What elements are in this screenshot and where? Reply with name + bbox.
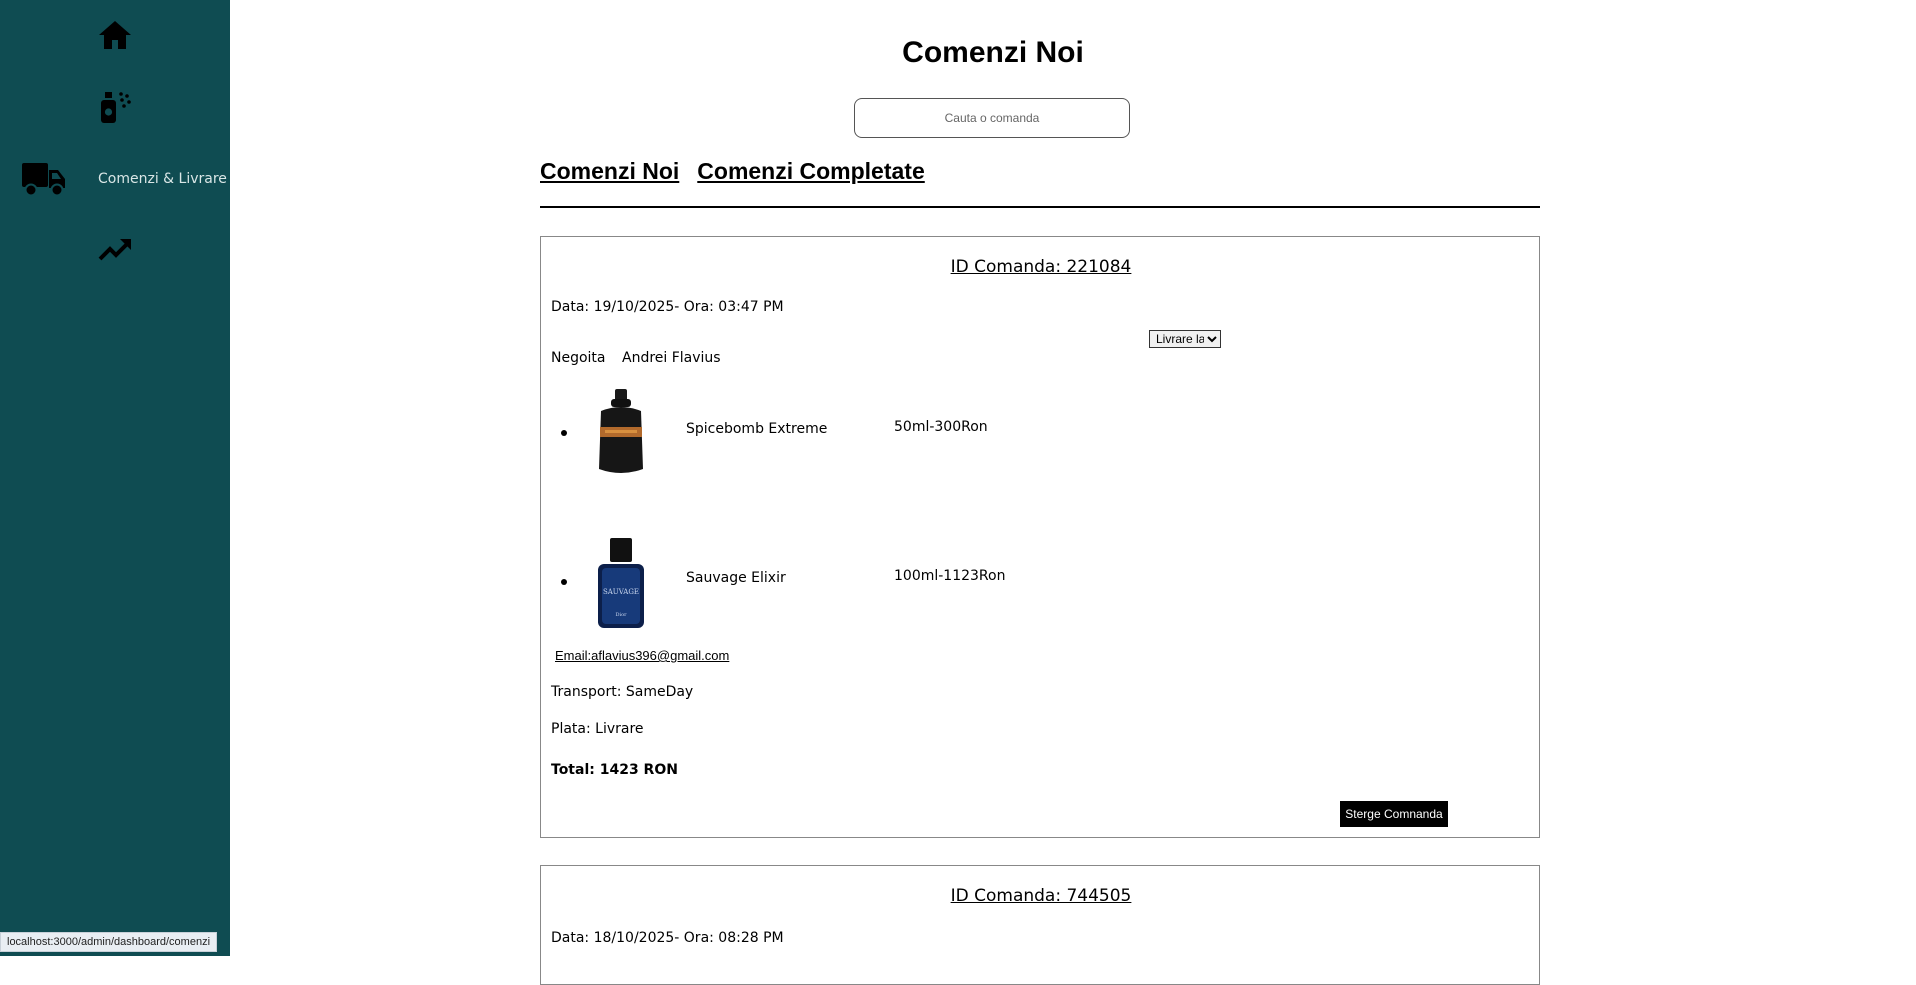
order-tabs: Comenzi Noi Comenzi Completate [540,158,925,185]
transport-method: Transport: SameDay [551,684,694,700]
delivery-status-select[interactable]: Livrare la [1149,330,1221,348]
svg-text:Dior: Dior [615,612,627,618]
payment-method: Plata: Livrare [551,721,644,737]
product-name: Spicebomb Extreme [686,421,828,437]
customer-first-name: Andrei Flavius [622,350,721,366]
sidebar-item-orders[interactable]: Comenzi & Livrare [22,160,230,198]
product-image-spicebomb [599,389,643,473]
product-image-sauvage: SAUVAGE Dior [598,538,644,628]
search-input[interactable] [854,98,1130,138]
customer-email-link[interactable]: Email:aflavius396@gmail.com [555,648,729,663]
sidebar-item-label: Comenzi & Livrare [98,171,227,187]
sidebar-item-analytics[interactable] [98,238,132,262]
product-variant: 100ml-1123Ron [894,568,1006,584]
main-content: Comenzi Noi Comenzi Noi Comenzi Completa… [230,0,1916,985]
order-card: ID Comanda: 221084 Data: 19/10/2025- Ora… [540,236,1540,838]
sidebar-item-products[interactable] [100,92,132,124]
product-variant: 50ml-300Ron [894,419,988,435]
sidebar-item-home[interactable] [98,20,132,50]
tab-completed-orders[interactable]: Comenzi Completate [697,158,924,185]
order-id: ID Comanda: 221084 [950,257,1132,277]
truck-icon [22,163,65,197]
trending-up-icon [98,239,131,261]
sidebar: Comenzi & Livrare [0,0,230,956]
page-title: Comenzi Noi [902,36,1084,69]
divider [540,206,1540,208]
product-name: Sauvage Elixir [686,570,786,586]
perfume-spray-icon [101,92,131,123]
order-total: Total: 1423 RON [551,762,678,778]
order-card: ID Comanda: 744505 Data: 18/10/2025- Ora… [540,865,1540,985]
home-icon [99,21,131,49]
order-datetime: Data: 19/10/2025- Ora: 03:47 PM [551,299,784,315]
order-datetime: Data: 18/10/2025- Ora: 08:28 PM [551,930,784,946]
customer-last-name: Negoita [551,350,606,366]
svg-text:SAUVAGE: SAUVAGE [603,588,639,596]
tab-new-orders[interactable]: Comenzi Noi [540,158,679,185]
browser-status-url: localhost:3000/admin/dashboard/comenzi [0,932,218,952]
order-id: ID Comanda: 744505 [950,886,1132,906]
list-bullet [561,430,567,436]
list-bullet [561,579,567,585]
delete-order-button[interactable]: Sterge Comnanda [1340,801,1448,827]
